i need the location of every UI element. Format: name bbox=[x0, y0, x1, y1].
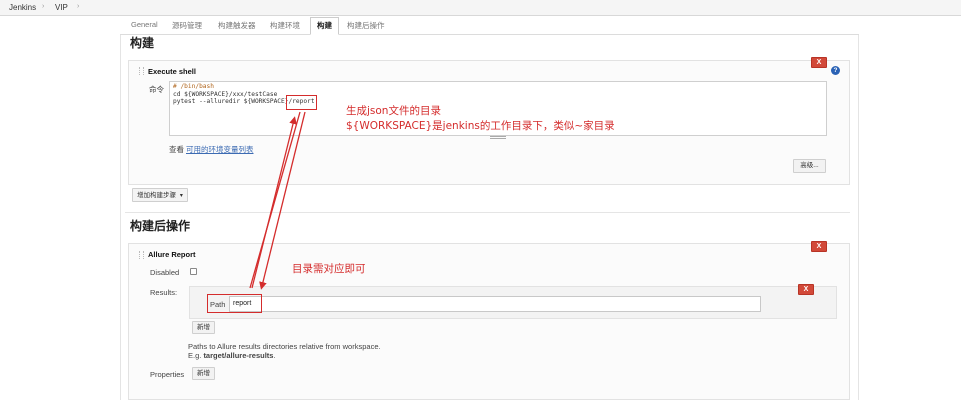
annotation-arrow-line bbox=[251, 116, 297, 289]
annotation-arrows bbox=[249, 111, 306, 290]
annotation-arrow-line bbox=[249, 111, 301, 289]
annotation-arrow-line bbox=[259, 111, 306, 290]
jenkins-config-page: Jenkins › VIP › General 源码管理 构建触发器 构建环境 … bbox=[0, 0, 961, 400]
